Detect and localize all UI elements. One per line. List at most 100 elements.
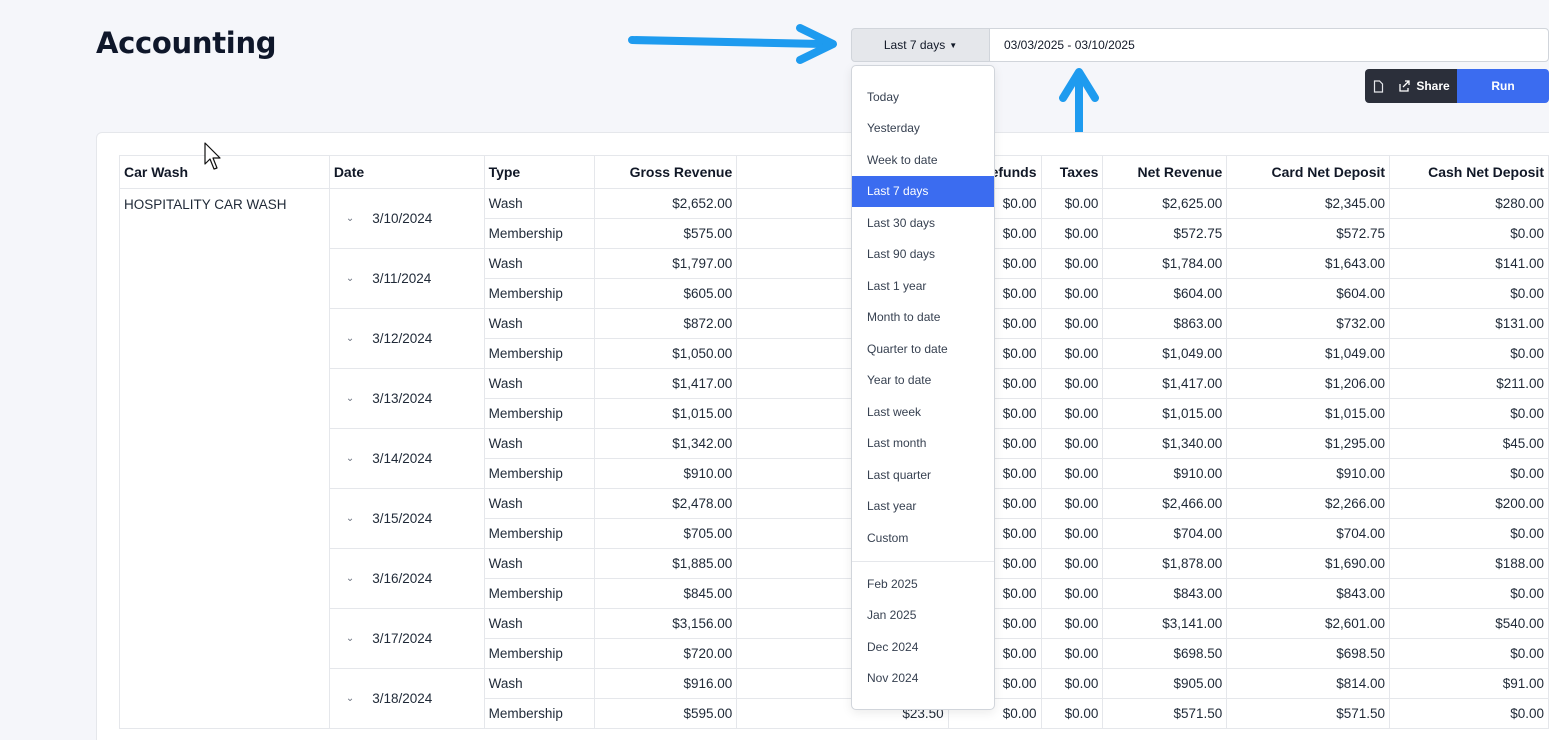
table-row: ⌄ 3/18/2024 Wash $916.00 $0.00 $0.00 $905.00 $8… xyxy=(120,668,1549,729)
chevron-down-icon[interactable]: ⌄ xyxy=(346,573,354,584)
net-cell: $604.00 xyxy=(1102,278,1228,309)
taxes-cell: $0.00 xyxy=(1040,668,1104,699)
col-header-card-net-deposit[interactable]: Card Net Deposit xyxy=(1226,155,1391,189)
date-label: 3/18/2024 xyxy=(372,691,433,706)
chevron-down-icon[interactable]: ⌄ xyxy=(346,333,354,344)
card-cell: $704.00 xyxy=(1226,518,1391,549)
dropdown-item-quarter-to-date[interactable]: Quarter to date xyxy=(852,333,994,364)
date-cell: ⌄ 3/14/2024 xyxy=(328,428,485,489)
cash-cell: $0.00 xyxy=(1389,518,1549,549)
type-cell: Wash xyxy=(483,188,596,219)
share-label: Share xyxy=(1416,79,1450,93)
type-cell: Membership xyxy=(483,218,596,249)
type-cell: Wash xyxy=(483,488,596,519)
col-header-taxes[interactable]: Taxes xyxy=(1040,155,1104,189)
date-label: 3/17/2024 xyxy=(372,631,433,646)
range-button-label: Last 7 days xyxy=(883,38,946,52)
date-label: 3/14/2024 xyxy=(372,451,433,466)
net-cell: $1,049.00 xyxy=(1102,338,1228,369)
card-cell: $572.75 xyxy=(1226,218,1391,249)
gross-cell: $2,478.00 xyxy=(594,488,738,519)
dropdown-item-last-quarter[interactable]: Last quarter xyxy=(852,459,994,490)
taxes-cell: $0.00 xyxy=(1040,578,1104,609)
dropdown-item-last-month[interactable]: Last month xyxy=(852,428,994,459)
cash-cell: $280.00 xyxy=(1389,188,1549,219)
dropdown-item-week-to-date[interactable]: Week to date xyxy=(852,144,994,175)
taxes-cell: $0.00 xyxy=(1040,698,1104,729)
card-cell: $604.00 xyxy=(1226,278,1391,309)
report-actions: Share Run xyxy=(1365,69,1549,103)
card-cell: $698.50 xyxy=(1226,638,1391,669)
chevron-down-icon[interactable]: ⌄ xyxy=(346,513,354,524)
date-range-input[interactable]: 03/03/2025 - 03/10/2025 xyxy=(989,28,1549,62)
gross-cell: $910.00 xyxy=(594,458,738,489)
dropdown-month-jan-2025[interactable]: Jan 2025 xyxy=(852,600,994,631)
dropdown-item-month-to-date[interactable]: Month to date xyxy=(852,302,994,333)
dropdown-item-last-week[interactable]: Last week xyxy=(852,396,994,427)
gross-cell: $1,417.00 xyxy=(594,368,738,399)
cash-cell: $141.00 xyxy=(1389,248,1549,279)
dropdown-item-yesterday[interactable]: Yesterday xyxy=(852,113,994,144)
chevron-down-icon[interactable]: ⌄ xyxy=(346,453,354,464)
chevron-down-icon[interactable]: ⌄ xyxy=(346,393,354,404)
table-row: ⌄ 3/16/2024 Wash $1,885.00 $0.00 $0.00 $1,878.… xyxy=(120,548,1549,609)
dropdown-item-custom[interactable]: Custom xyxy=(852,522,994,553)
gross-cell: $845.00 xyxy=(594,578,738,609)
taxes-cell: $0.00 xyxy=(1040,308,1104,339)
chevron-down-icon[interactable]: ⌄ xyxy=(346,633,354,644)
chevron-down-icon[interactable]: ⌄ xyxy=(346,213,354,224)
col-header-net-revenue[interactable]: Net Revenue xyxy=(1102,155,1228,189)
type-cell: Membership xyxy=(483,338,596,369)
type-cell: Membership xyxy=(483,518,596,549)
net-cell: $910.00 xyxy=(1102,458,1228,489)
date-label: 3/16/2024 xyxy=(372,571,433,586)
cash-cell: $0.00 xyxy=(1389,578,1549,609)
col-header-type[interactable]: Type xyxy=(483,155,596,189)
date-cell: ⌄ 3/10/2024 xyxy=(328,188,485,249)
taxes-cell: $0.00 xyxy=(1040,638,1104,669)
share-button[interactable]: Share xyxy=(1391,69,1457,103)
gross-cell: $1,797.00 xyxy=(594,248,738,279)
cash-cell: $0.00 xyxy=(1389,698,1549,729)
chevron-down-icon[interactable]: ⌄ xyxy=(346,273,354,284)
dropdown-item-last-year[interactable]: Last year xyxy=(852,491,994,522)
dropdown-item-today[interactable]: Today xyxy=(852,81,994,112)
accounting-table: Car Wash Date Type Gross Revenue Discoun… xyxy=(119,155,1549,729)
net-cell: $704.00 xyxy=(1102,518,1228,549)
cash-cell: $0.00 xyxy=(1389,338,1549,369)
card-cell: $2,266.00 xyxy=(1226,488,1391,519)
net-cell: $905.00 xyxy=(1102,668,1228,699)
net-cell: $2,625.00 xyxy=(1102,188,1228,219)
cash-cell: $0.00 xyxy=(1389,398,1549,429)
dropdown-item-last-90-days[interactable]: Last 90 days xyxy=(852,239,994,270)
run-button[interactable]: Run xyxy=(1457,69,1549,103)
taxes-cell: $0.00 xyxy=(1040,368,1104,399)
export-button[interactable] xyxy=(1365,69,1391,103)
table-row: ⌄ 3/15/2024 Wash $2,478.00 $0.00 $0.00 $2,466.… xyxy=(120,488,1549,549)
dropdown-item-last-30-days[interactable]: Last 30 days xyxy=(852,207,994,238)
type-cell: Membership xyxy=(483,398,596,429)
card-cell: $1,643.00 xyxy=(1226,248,1391,279)
taxes-cell: $0.00 xyxy=(1040,518,1104,549)
net-cell: $2,466.00 xyxy=(1102,488,1228,519)
col-header-date[interactable]: Date xyxy=(328,155,485,189)
dropdown-month-nov-2024[interactable]: Nov 2024 xyxy=(852,663,994,694)
dropdown-item-last-7-days[interactable]: Last 7 days xyxy=(852,175,994,207)
dropdown-month-feb-2025[interactable]: Feb 2025 xyxy=(852,568,994,599)
type-cell: Wash xyxy=(483,308,596,339)
cash-cell: $200.00 xyxy=(1389,488,1549,519)
chevron-down-icon[interactable]: ⌄ xyxy=(346,693,354,704)
card-cell: $843.00 xyxy=(1226,578,1391,609)
taxes-cell: $0.00 xyxy=(1040,338,1104,369)
date-range-preset-button[interactable]: Last 7 days ▼ xyxy=(851,28,990,62)
net-cell: $3,141.00 xyxy=(1102,608,1228,639)
dropdown-month-dec-2024[interactable]: Dec 2024 xyxy=(852,631,994,662)
dropdown-item-last-1-year[interactable]: Last 1 year xyxy=(852,270,994,301)
col-header-gross-revenue[interactable]: Gross Revenue xyxy=(594,155,738,189)
date-cell: ⌄ 3/17/2024 xyxy=(328,608,485,669)
dropdown-item-year-to-date[interactable]: Year to date xyxy=(852,365,994,396)
gross-cell: $872.00 xyxy=(594,308,738,339)
cash-cell: $45.00 xyxy=(1389,428,1549,459)
col-header-cash-net-deposit[interactable]: Cash Net Deposit xyxy=(1389,155,1549,189)
card-cell: $2,345.00 xyxy=(1226,188,1391,219)
